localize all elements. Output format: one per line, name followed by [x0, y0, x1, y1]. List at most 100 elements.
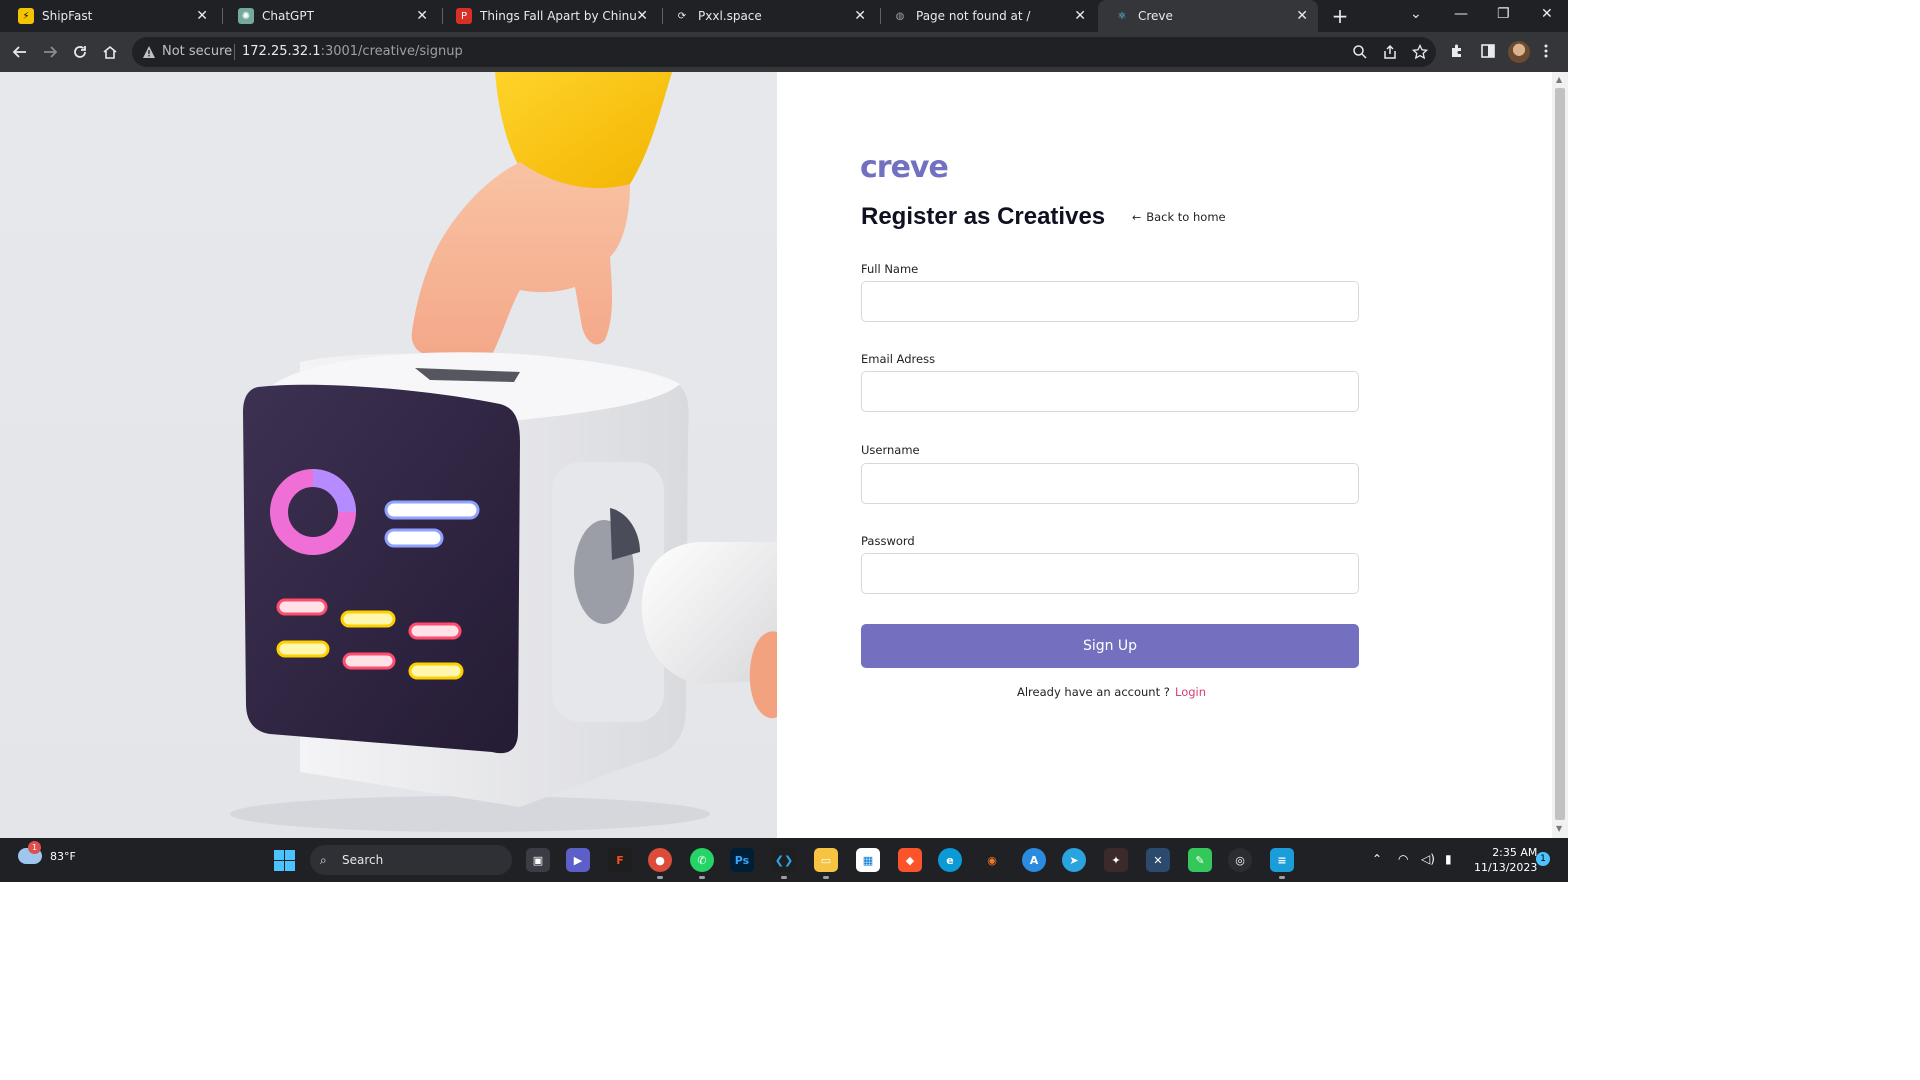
tray-chevron-icon[interactable]: ⌃: [1372, 852, 1382, 866]
full-name-field[interactable]: [861, 281, 1359, 322]
weather-temperature: 83°F: [50, 849, 76, 863]
react-icon: ⚛: [1117, 10, 1127, 22]
clock[interactable]: 2:35 AM 11/13/2023: [1474, 845, 1537, 875]
url-text[interactable]: 172.25.32.1:3001/creative/signup: [242, 44, 463, 59]
close-icon[interactable]: ✕: [636, 8, 648, 24]
wifi-icon[interactable]: ◠: [1398, 852, 1408, 866]
game-icon[interactable]: ✦: [1104, 848, 1128, 872]
telegram-icon[interactable]: ➤: [1062, 848, 1086, 872]
home-icon[interactable]: [98, 40, 122, 64]
back-link-label: Back to home: [1146, 210, 1226, 224]
ide-icon[interactable]: ✕: [1146, 848, 1170, 872]
side-panel-icon[interactable]: [1480, 43, 1498, 61]
close-icon[interactable]: ✕: [196, 8, 208, 24]
cube-hand-illustration: [230, 72, 777, 832]
globe-icon: ◍: [895, 10, 905, 22]
url-host: 172.25.32.1: [242, 44, 321, 59]
brave-icon[interactable]: ◆: [898, 848, 922, 872]
minimize-icon[interactable]: —: [1454, 6, 1468, 22]
tab-label: Page not found at /: [916, 9, 1031, 23]
file-explorer-icon[interactable]: ▭: [814, 848, 838, 879]
new-tab-button[interactable]: +: [1328, 4, 1352, 28]
page-scrollbar[interactable]: ▲ ▼: [1552, 72, 1568, 838]
tab-creve[interactable]: ⚛ Creve ✕: [1098, 0, 1318, 32]
windows-start-icon[interactable]: [274, 850, 295, 871]
figma-icon[interactable]: F: [608, 848, 632, 872]
full-name-label: Full Name: [861, 262, 919, 276]
lightning-icon: ⚡: [18, 8, 34, 24]
username-field[interactable]: [861, 463, 1359, 504]
notepad-icon[interactable]: ≡: [1270, 848, 1294, 879]
password-field[interactable]: [861, 553, 1359, 594]
creve-logo[interactable]: creve: [860, 150, 949, 185]
tab-chatgpt[interactable]: ✺ ChatGPT ✕: [222, 0, 438, 32]
tab-label: ChatGPT: [262, 9, 314, 23]
search-icon: ⌕: [320, 853, 327, 867]
close-icon[interactable]: ✕: [1296, 8, 1308, 24]
weather-badge: 1: [28, 841, 41, 854]
tab-things-fall-apart[interactable]: P Things Fall Apart by Chinua Ac ✕: [440, 0, 658, 32]
taskbar-search-label: Search: [342, 853, 384, 867]
already-have-account-text: Already have an account ?: [1017, 685, 1170, 699]
divider: [234, 44, 235, 60]
vscode-icon[interactable]: ❮❯: [772, 848, 796, 879]
arrow-left-icon: ←: [1132, 210, 1142, 224]
weather-widget[interactable]: 1 83°F: [18, 841, 76, 864]
bookmark-star-icon[interactable]: [1411, 43, 1429, 60]
tab-page-not-found[interactable]: ◍ Page not found at / ✕: [876, 0, 1096, 32]
sign-up-button[interactable]: Sign Up: [861, 624, 1359, 668]
taskbar-search[interactable]: ⌕ Search: [310, 845, 512, 875]
notes-pen-icon[interactable]: ✎: [1188, 848, 1212, 872]
close-icon[interactable]: ✕: [854, 8, 866, 24]
browser-toolbar: Not secure 172.25.32.1:3001/creative/sig…: [0, 32, 1568, 72]
close-icon[interactable]: ✕: [1074, 8, 1086, 24]
app-icon[interactable]: A: [1022, 848, 1046, 872]
close-icon[interactable]: ✕: [416, 8, 428, 24]
menu-icon[interactable]: [1542, 43, 1560, 61]
notification-count[interactable]: 1: [1536, 852, 1550, 866]
back-to-home-link[interactable]: ← Back to home: [1132, 210, 1226, 224]
weather-cloud-icon: 1: [18, 841, 42, 864]
tab-shipfast[interactable]: ⚡ ShipFast ✕: [2, 0, 218, 32]
address-bar[interactable]: Not secure 172.25.32.1:3001/creative/sig…: [132, 37, 1436, 67]
task-view-icon[interactable]: ▣: [526, 848, 550, 872]
scroll-up-icon[interactable]: ▲: [1556, 75, 1562, 84]
tab-strip: ⚡ ShipFast ✕ ✺ ChatGPT ✕ P Things Fall A…: [0, 0, 1568, 32]
extensions-icon[interactable]: [1449, 43, 1467, 61]
scrollbar-thumb[interactable]: [1555, 88, 1565, 820]
teams-icon[interactable]: ▶: [566, 848, 590, 872]
edge-icon[interactable]: e: [938, 848, 962, 872]
hero-illustration: [0, 72, 777, 838]
email-field[interactable]: [861, 371, 1359, 412]
back-icon[interactable]: [8, 40, 32, 64]
tab-label: ShipFast: [42, 9, 93, 23]
tab-label: Things Fall Apart by Chinua Ac: [480, 9, 636, 23]
tab-pxxl-space[interactable]: ⟳ Pxxl.space ✕: [658, 0, 876, 32]
windows-taskbar: 1 83°F ⌕ Search ▣ ▶ F ● ✆ Ps ❮❯ ▭ ▦ ◆ e …: [0, 838, 1568, 882]
warning-icon[interactable]: [142, 44, 156, 63]
blender-icon[interactable]: ◉: [980, 848, 1004, 872]
reload-icon[interactable]: [68, 40, 92, 64]
openai-icon: ✺: [238, 8, 254, 24]
password-label: Password: [861, 534, 915, 548]
chrome-icon[interactable]: ●: [648, 848, 672, 879]
zoom-icon[interactable]: [1352, 44, 1368, 60]
photoshop-icon[interactable]: Ps: [730, 848, 754, 872]
whatsapp-icon[interactable]: ✆: [690, 848, 714, 879]
scroll-down-icon[interactable]: ▼: [1556, 824, 1562, 833]
obs-icon[interactable]: ◎: [1228, 848, 1252, 872]
email-label: Email Adress: [861, 352, 936, 366]
profile-avatar[interactable]: [1508, 41, 1530, 63]
forward-icon[interactable]: [38, 40, 62, 64]
microsoft-store-icon[interactable]: ▦: [856, 848, 880, 872]
url-path: :3001/creative/signup: [320, 44, 463, 59]
share-icon[interactable]: [1382, 44, 1398, 60]
security-label[interactable]: Not secure: [162, 44, 232, 59]
tab-search-icon[interactable]: ⌄: [1410, 6, 1422, 22]
restore-icon[interactable]: ❐: [1497, 6, 1510, 22]
window-close-icon[interactable]: ✕: [1541, 6, 1553, 22]
page-title: Register as Creatives: [861, 203, 1106, 230]
login-link[interactable]: Login: [1175, 685, 1206, 699]
battery-icon[interactable]: ▮: [1445, 852, 1452, 866]
volume-icon[interactable]: ◁): [1421, 852, 1435, 866]
